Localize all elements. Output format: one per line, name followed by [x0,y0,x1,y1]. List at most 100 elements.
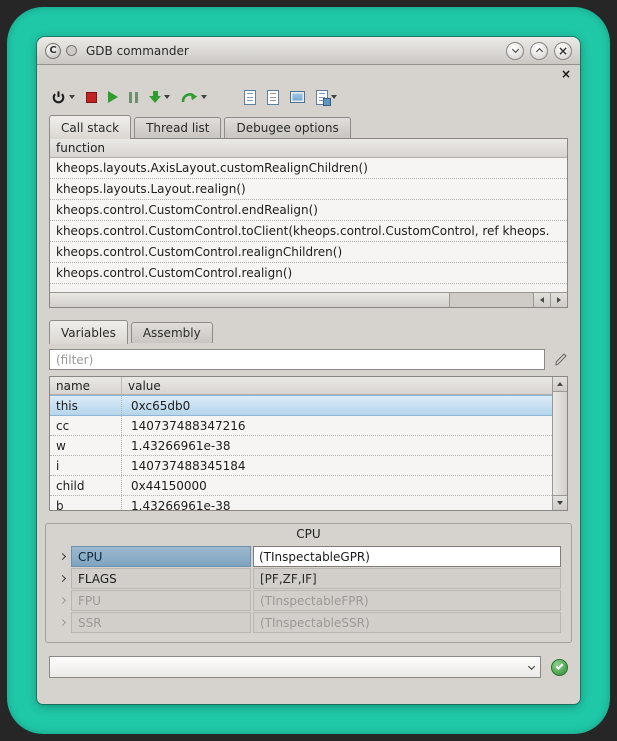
titlebar[interactable]: C GDB commander × [37,37,580,65]
expand-chevron-icon[interactable] [56,612,69,633]
chevron-down-icon [511,46,518,53]
dock-close-button[interactable]: × [561,68,571,80]
show-log-button[interactable] [244,90,256,105]
combo-dropdown-button[interactable] [522,666,540,669]
column-header-value[interactable]: value [122,377,552,394]
app-icon[interactable]: C [45,43,61,59]
scroll-up-button[interactable] [553,377,567,392]
tab-variables[interactable]: Variables [49,320,128,344]
command-combobox[interactable] [49,656,541,678]
step-over-button[interactable] [181,91,207,104]
show-output-button[interactable] [290,91,305,103]
ssr-row-value[interactable]: (TInspectableSSR) [253,612,561,633]
cpu-register-grid: CPU FLAGS [PF,ZF,IF] FPU (TInspectableFP… [56,546,561,633]
variable-row[interactable]: i 140737488345184 [50,456,552,476]
callstack-panel: function kheops.layouts.AxisLayout.custo… [49,138,568,308]
callstack-frame-row[interactable]: kheops.control.CustomControl.realign() [50,263,567,284]
checkmark-icon [556,662,564,670]
callstack-frame-row[interactable]: kheops.control.CustomControl.realignChil… [50,242,567,263]
confirm-button[interactable] [551,659,568,676]
run-button[interactable] [108,91,118,103]
triangle-left-icon [540,297,544,303]
filter-menu-icon[interactable] [553,352,568,367]
filter-row [49,349,568,370]
cpu-row-name[interactable]: CPU [71,546,251,567]
tab-debugee-options[interactable]: Debugee options [224,117,350,138]
column-header-name[interactable]: name [50,377,122,394]
flags-row-value[interactable]: [PF,ZF,IF] [253,568,561,589]
stop-button[interactable] [86,92,97,103]
scrollbar-track[interactable] [450,293,533,307]
callstack-frame-row[interactable]: kheops.layouts.AxisLayout.customRealignC… [50,158,567,179]
dropdown-arrow-icon[interactable] [201,95,207,99]
pause-button[interactable] [129,92,138,103]
minimize-button[interactable] [506,42,524,60]
play-icon [108,91,118,103]
callstack-column-header[interactable]: function [50,139,567,158]
cpu-groupbox: CPU CPU FLAGS [PF,ZF,IF] FPU (TInspectab… [45,523,572,643]
variable-row[interactable]: b 1.43266961e-38 [50,496,552,510]
scrollbar-thumb[interactable] [553,392,567,495]
filter-input[interactable] [49,349,545,370]
tools-button[interactable] [316,90,337,105]
cpu-row[interactable]: CPU [56,546,561,567]
command-row [49,656,568,678]
variable-row[interactable]: this 0xc65db0 [50,395,552,416]
scroll-right-button[interactable] [550,293,567,307]
monitor-icon [290,91,305,103]
ssr-row[interactable]: SSR (TInspectableSSR) [56,612,561,633]
window-frame: C GDB commander × × [7,7,610,734]
variable-value: 140737488347216 [122,416,552,435]
scrollbar-thumb[interactable] [50,293,450,307]
tab-thread-list[interactable]: Thread list [134,117,221,138]
variable-value: 140737488345184 [122,456,552,475]
close-button[interactable]: × [554,42,572,60]
fpu-row[interactable]: FPU (TInspectableFPR) [56,590,561,611]
maximize-button[interactable] [530,42,548,60]
variable-name: this [50,396,122,415]
ssr-row-name[interactable]: SSR [71,612,251,633]
expand-chevron-icon[interactable] [56,568,69,589]
show-list-button[interactable] [267,90,279,105]
scroll-left-button[interactable] [533,293,550,307]
cpu-group-title: CPU [56,527,561,544]
callstack-list: kheops.layouts.AxisLayout.customRealignC… [50,158,567,292]
tab-label: Call stack [61,121,119,135]
dock-header: × [37,65,580,82]
callstack-frame-row[interactable]: kheops.layouts.Layout.realign() [50,179,567,200]
dropdown-arrow-icon[interactable] [69,95,75,99]
tab-call-stack[interactable]: Call stack [49,115,131,139]
scroll-down-button[interactable] [553,495,567,510]
cpu-row-value-editor[interactable] [253,546,561,567]
tab-label: Assembly [143,326,201,340]
callstack-frame-row[interactable]: kheops.control.CustomControl.toClient(kh… [50,221,567,242]
debug-toolbar [37,82,580,112]
document-icon [244,90,256,105]
variable-row[interactable]: w 1.43266961e-38 [50,436,552,456]
flags-row[interactable]: FLAGS [PF,ZF,IF] [56,568,561,589]
tab-label: Debugee options [236,121,338,135]
tab-assembly[interactable]: Assembly [131,322,213,343]
debug-tabbar: Call stack Thread list Debugee options [49,115,568,138]
flags-row-name[interactable]: FLAGS [71,568,251,589]
variable-row[interactable]: child 0x44150000 [50,476,552,496]
step-into-button[interactable] [149,91,170,103]
tab-label: Thread list [146,121,209,135]
horizontal-scrollbar[interactable] [50,292,567,307]
dropdown-arrow-icon[interactable] [164,95,170,99]
vertical-scrollbar[interactable] [552,377,567,510]
fpu-row-value[interactable]: (TInspectableFPR) [253,590,561,611]
fpu-row-name[interactable]: FPU [71,590,251,611]
command-input[interactable] [50,660,522,674]
variable-row[interactable]: cc 140737488347216 [50,416,552,436]
expand-chevron-icon[interactable] [56,546,69,567]
power-button[interactable] [51,90,75,105]
callstack-frame-row[interactable]: kheops.control.CustomControl.endRealign(… [50,200,567,221]
variables-header-row: name value [50,377,552,395]
expand-chevron-icon[interactable] [56,590,69,611]
dropdown-arrow-icon[interactable] [331,95,337,99]
gdb-commander-window: C GDB commander × × [37,37,580,704]
window-title: GDB commander [86,44,189,58]
variable-value: 1.43266961e-38 [122,436,552,455]
triangle-right-icon [557,297,561,303]
